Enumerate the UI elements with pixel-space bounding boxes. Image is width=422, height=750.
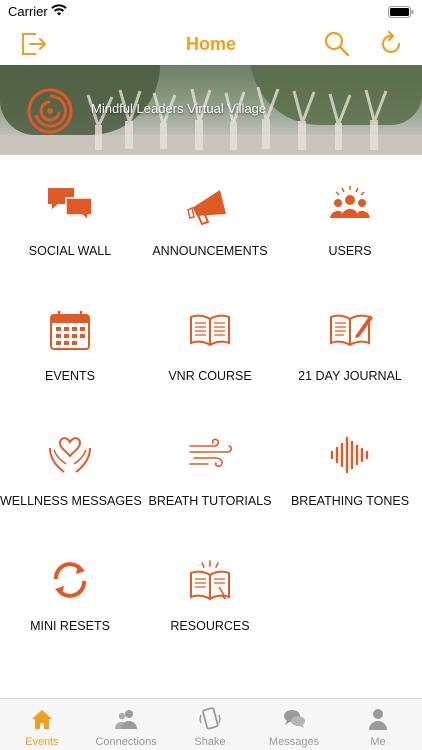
- wind-icon: [186, 434, 234, 476]
- tile-label: RESOURCES: [170, 619, 250, 633]
- tab-label: Events: [25, 736, 59, 748]
- banner: Mindful Leaders Virtual Village: [0, 65, 422, 155]
- status-bar: Carrier: [0, 0, 422, 22]
- tile-label: BREATH TUTORIALS: [148, 494, 272, 508]
- reading-book-icon: [186, 559, 234, 601]
- shake-phone-icon: [198, 707, 222, 731]
- connections-icon: [114, 707, 138, 731]
- nav-bar: Home: [0, 22, 422, 65]
- sound-wave-icon: [326, 434, 374, 476]
- open-book-icon: [186, 309, 234, 351]
- tile-label: VNR COURSE: [168, 369, 252, 383]
- home-icon: [30, 707, 54, 731]
- tab-me[interactable]: Me: [336, 699, 420, 750]
- tile-breathing-tones[interactable]: BREATHING TONES: [280, 410, 420, 520]
- tile-21-day-journal[interactable]: 21 DAY JOURNAL: [280, 285, 420, 395]
- tab-label: Connections: [95, 736, 157, 748]
- tile-breath-tutorials[interactable]: BREATH TUTORIALS: [140, 410, 280, 520]
- tile-label: 21 DAY JOURNAL: [298, 369, 402, 383]
- tab-connections[interactable]: Connections: [84, 699, 168, 750]
- tile-label: SOCIAL WALL: [28, 244, 112, 258]
- tile-social-wall[interactable]: SOCIAL WALL: [0, 160, 140, 270]
- tab-label: Shake: [194, 736, 226, 748]
- tab-label: Messages: [268, 736, 320, 748]
- tile-vnr-course[interactable]: VNR COURSE: [140, 285, 280, 395]
- users-icon: [326, 184, 374, 226]
- refresh-arrows-icon: [46, 559, 94, 601]
- tile-label: EVENTS: [44, 369, 95, 383]
- tile-label: ANNOUNCEMENTS: [152, 244, 268, 258]
- chat-bubbles-icon: [46, 184, 94, 226]
- battery-icon: [388, 5, 414, 23]
- calendar-icon: [46, 309, 94, 351]
- megaphone-icon: [186, 184, 234, 226]
- tile-label: BREATHING TONES: [290, 494, 410, 508]
- person-icon: [366, 707, 390, 731]
- tile-announcements[interactable]: ANNOUNCEMENTS: [140, 160, 280, 270]
- wifi-icon: [50, 3, 68, 22]
- carrier-label: Carrier: [8, 4, 48, 19]
- journal-icon: [326, 309, 374, 351]
- tile-resources[interactable]: RESOURCES: [140, 535, 280, 645]
- page-title: Home: [185, 34, 236, 54]
- tile-events[interactable]: EVENTS: [0, 285, 140, 395]
- tile-label: MINI RESETS: [30, 619, 110, 633]
- org-logo: [26, 87, 74, 135]
- refresh-icon[interactable]: [376, 29, 406, 59]
- tab-shake[interactable]: Shake: [168, 699, 252, 750]
- search-icon[interactable]: [322, 29, 352, 59]
- tile-wellness-messages[interactable]: WELLNESS MESSAGES: [0, 410, 142, 520]
- tab-messages[interactable]: Messages: [252, 699, 336, 750]
- tile-label: WELLNESS MESSAGES: [0, 494, 142, 508]
- tile-users[interactable]: USERS: [280, 160, 420, 270]
- messages-icon: [282, 707, 306, 731]
- org-name: Mindful Leaders Virtual Village: [91, 101, 267, 116]
- tab-events[interactable]: Events: [0, 699, 84, 750]
- tab-label: Me: [370, 736, 386, 748]
- tab-bar: Events Connections Shake Messages Me: [0, 698, 422, 750]
- tile-mini-resets[interactable]: MINI RESETS: [0, 535, 140, 645]
- hands-heart-icon: [46, 434, 94, 476]
- tile-label: USERS: [328, 244, 372, 258]
